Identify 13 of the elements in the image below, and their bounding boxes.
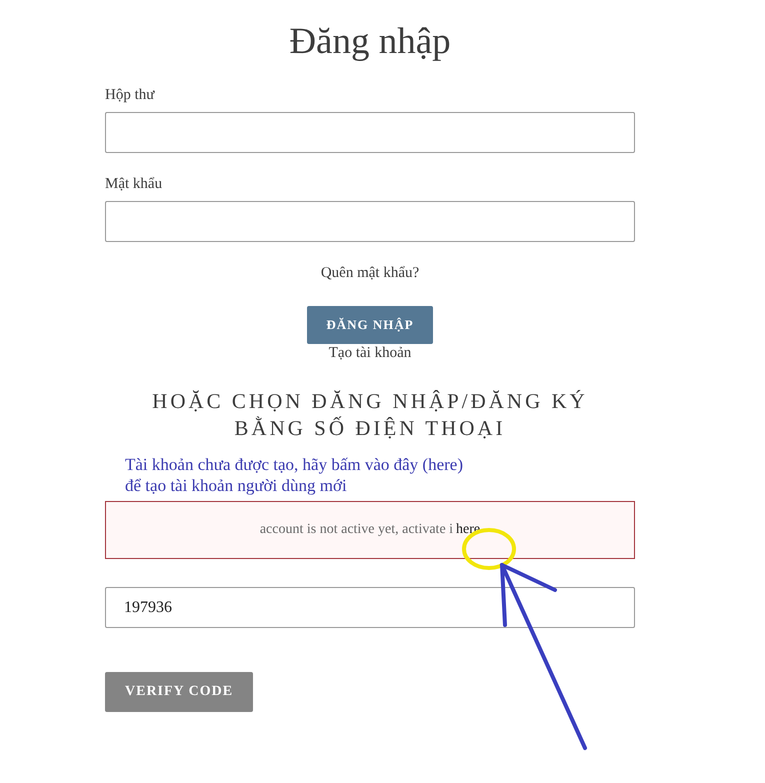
create-account-link[interactable]: Tạo tài khoản	[328, 344, 412, 362]
input-field[interactable]	[105, 201, 635, 242]
field-label: Mật khẩu	[105, 175, 162, 193]
alert-message: account is not active yet, activate i	[260, 522, 454, 538]
section-heading: HOẶC CHỌN ĐĂNG NHẬP/ĐĂNG KÝ BẰNG SỐ ĐIỆN THOẠI	[151, 388, 589, 442]
code-input-field[interactable]: 197936	[105, 587, 635, 628]
annotation-note: Tài khoản chưa được tạo, hãy bấm vào đây (here) để tạo tài khoản người dùng mới	[125, 454, 464, 496]
input-field[interactable]	[105, 112, 635, 153]
verify-code-button[interactable]: VERIFY CODE	[105, 672, 254, 712]
login-button[interactable]: ĐĂNG NHẬP	[307, 306, 433, 344]
page-title: Đăng nhập	[288, 20, 452, 64]
field-label: Hộp thư	[105, 86, 154, 104]
forgot-password-link[interactable]: Quên mật khẩu?	[320, 264, 420, 282]
